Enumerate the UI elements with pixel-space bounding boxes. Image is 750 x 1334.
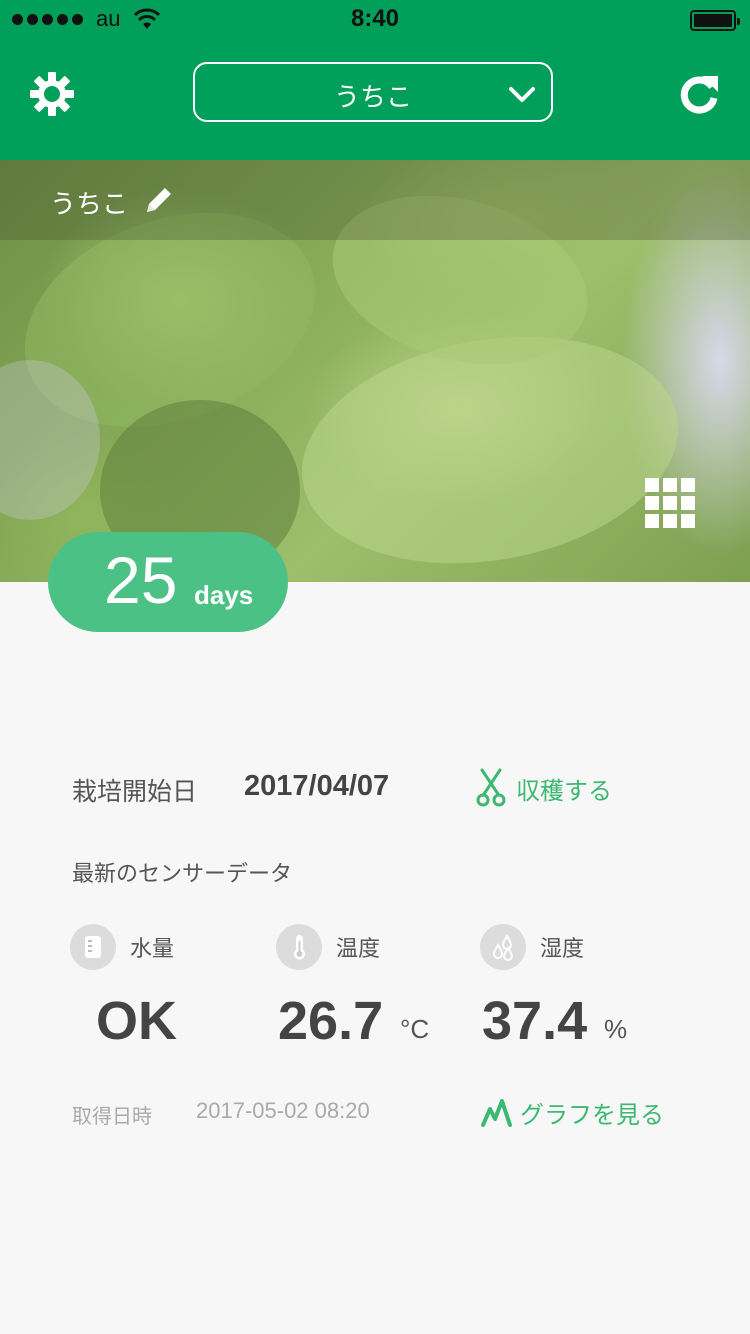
temperature-value: 26.7 xyxy=(278,991,384,1051)
days-badge: 25 days xyxy=(48,532,288,632)
humidity-label: 湿度 xyxy=(540,937,585,962)
humidity-drops-icon xyxy=(480,924,526,970)
gear-icon[interactable] xyxy=(28,70,76,118)
acquired-time-value: 2017-05-02 08:20 xyxy=(196,1098,370,1123)
graph-icon xyxy=(481,1099,512,1127)
refresh-icon[interactable] xyxy=(676,70,722,116)
plant-selector-label: うちこ xyxy=(333,83,412,113)
days-count: 25 xyxy=(104,543,178,617)
water-label: 水量 xyxy=(130,937,175,962)
days-unit: days xyxy=(194,580,254,610)
battery-icon xyxy=(690,10,740,31)
acquired-time-label: 取得日時 xyxy=(72,1104,152,1128)
water-value: OK xyxy=(96,991,177,1051)
temperature-metric-header: 温度 xyxy=(276,924,380,970)
status-time: 8:40 xyxy=(350,5,400,32)
humidity-unit: % xyxy=(604,1014,628,1044)
water-metric-header: 水量 xyxy=(70,924,174,970)
harvest-label: 収穫する xyxy=(516,776,612,805)
humidity-metric-header: 湿度 xyxy=(480,924,584,970)
view-graph-label: グラフを見る xyxy=(520,1100,664,1129)
water-tank-icon xyxy=(70,924,116,970)
temperature-unit: °C xyxy=(400,1014,430,1044)
view-graph-link[interactable]: グラフを見る xyxy=(480,1094,664,1130)
status-bar: au 8:40 xyxy=(0,0,750,40)
chevron-down-icon xyxy=(509,87,535,102)
scissors-icon xyxy=(476,768,506,807)
pencil-icon[interactable] xyxy=(143,184,175,216)
harvest-button[interactable]: 収穫する xyxy=(476,766,612,810)
app-header: au 8:40 うちこ xyxy=(0,0,750,160)
plant-name: うちこ xyxy=(50,190,129,220)
start-date-value: 2017/04/07 xyxy=(244,770,390,802)
temperature-label: 温度 xyxy=(336,937,381,962)
plant-selector-dropdown[interactable]: うちこ xyxy=(193,62,553,122)
thermometer-icon xyxy=(276,924,322,970)
humidity-value: 37.4 xyxy=(482,991,588,1051)
sensor-section-title: 最新のセンサーデータ xyxy=(72,862,293,887)
start-date-label: 栽培開始日 xyxy=(72,777,198,806)
plant-photo: うちこ xyxy=(0,160,750,582)
grid-icon[interactable] xyxy=(645,478,695,528)
